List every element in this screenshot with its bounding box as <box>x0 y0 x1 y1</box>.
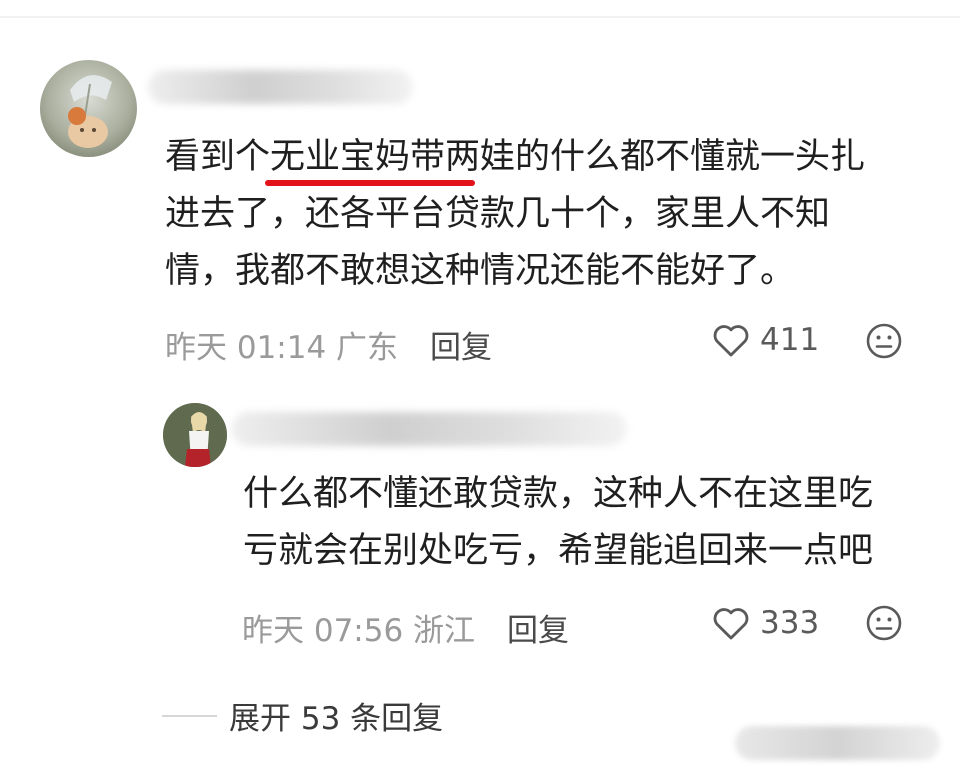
top-divider <box>0 16 960 18</box>
expand-replies-label: 展开 53 条回复 <box>229 701 444 737</box>
like-button[interactable]: 333 <box>712 605 819 641</box>
reply-commenter-avatar[interactable] <box>163 403 227 467</box>
like-count: 333 <box>760 605 820 641</box>
reply-timestamp-location: 昨天 07:56 浙江 <box>242 613 476 649</box>
avatar-illustration <box>68 75 112 148</box>
expand-divider-line <box>162 714 217 717</box>
avatar-photo <box>163 403 227 467</box>
like-button[interactable]: 411 <box>712 322 819 358</box>
comment-text: 看到个无业宝妈带两娃的什么都不懂就一头扎 进去了，还各平台贷款几十个，家里人不知… <box>165 137 866 291</box>
comment-timestamp-location: 昨天 01:14 广东 <box>165 330 399 366</box>
heart-outline-icon <box>713 325 749 357</box>
highlight-underline <box>265 180 475 186</box>
commenter-avatar[interactable] <box>40 60 137 157</box>
reply-commenter-name-blurred[interactable] <box>232 412 627 446</box>
reply-button[interactable]: 回复 <box>507 605 569 650</box>
emoji-react-button[interactable] <box>864 321 904 361</box>
neutral-face-icon <box>866 605 902 641</box>
commenter-name-blurred[interactable] <box>148 70 413 104</box>
blurred-watermark <box>735 726 940 760</box>
reply-comment-text: 什么都不懂还敢贷款，这种人不在这里吃 亏就会在别处吃亏，希望能追回来一点吧 <box>243 474 874 571</box>
expand-replies-button[interactable]: 展开 53 条回复 <box>162 693 443 738</box>
heart-outline-icon <box>713 608 749 640</box>
like-count: 411 <box>760 322 820 358</box>
emoji-react-button[interactable] <box>864 603 904 643</box>
neutral-face-icon <box>866 323 902 359</box>
reply-button[interactable]: 回复 <box>430 322 492 367</box>
